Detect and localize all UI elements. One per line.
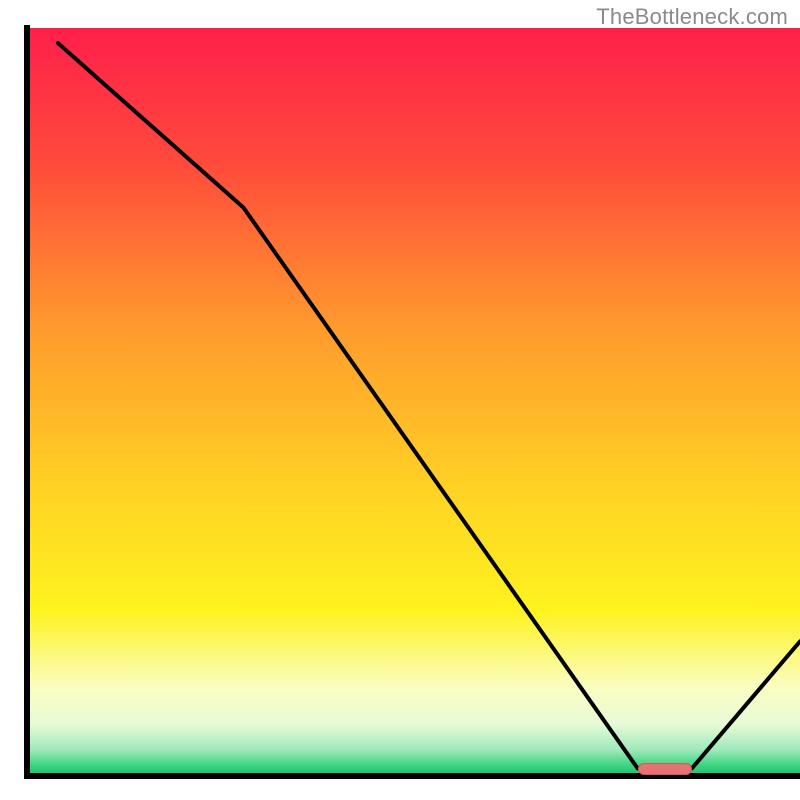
optimum-marker: [638, 763, 692, 775]
attribution-text: TheBottleneck.com: [596, 4, 788, 30]
chart-svg: [0, 0, 800, 800]
chart-container: { "attribution": "TheBottleneck.com", "c…: [0, 0, 800, 800]
